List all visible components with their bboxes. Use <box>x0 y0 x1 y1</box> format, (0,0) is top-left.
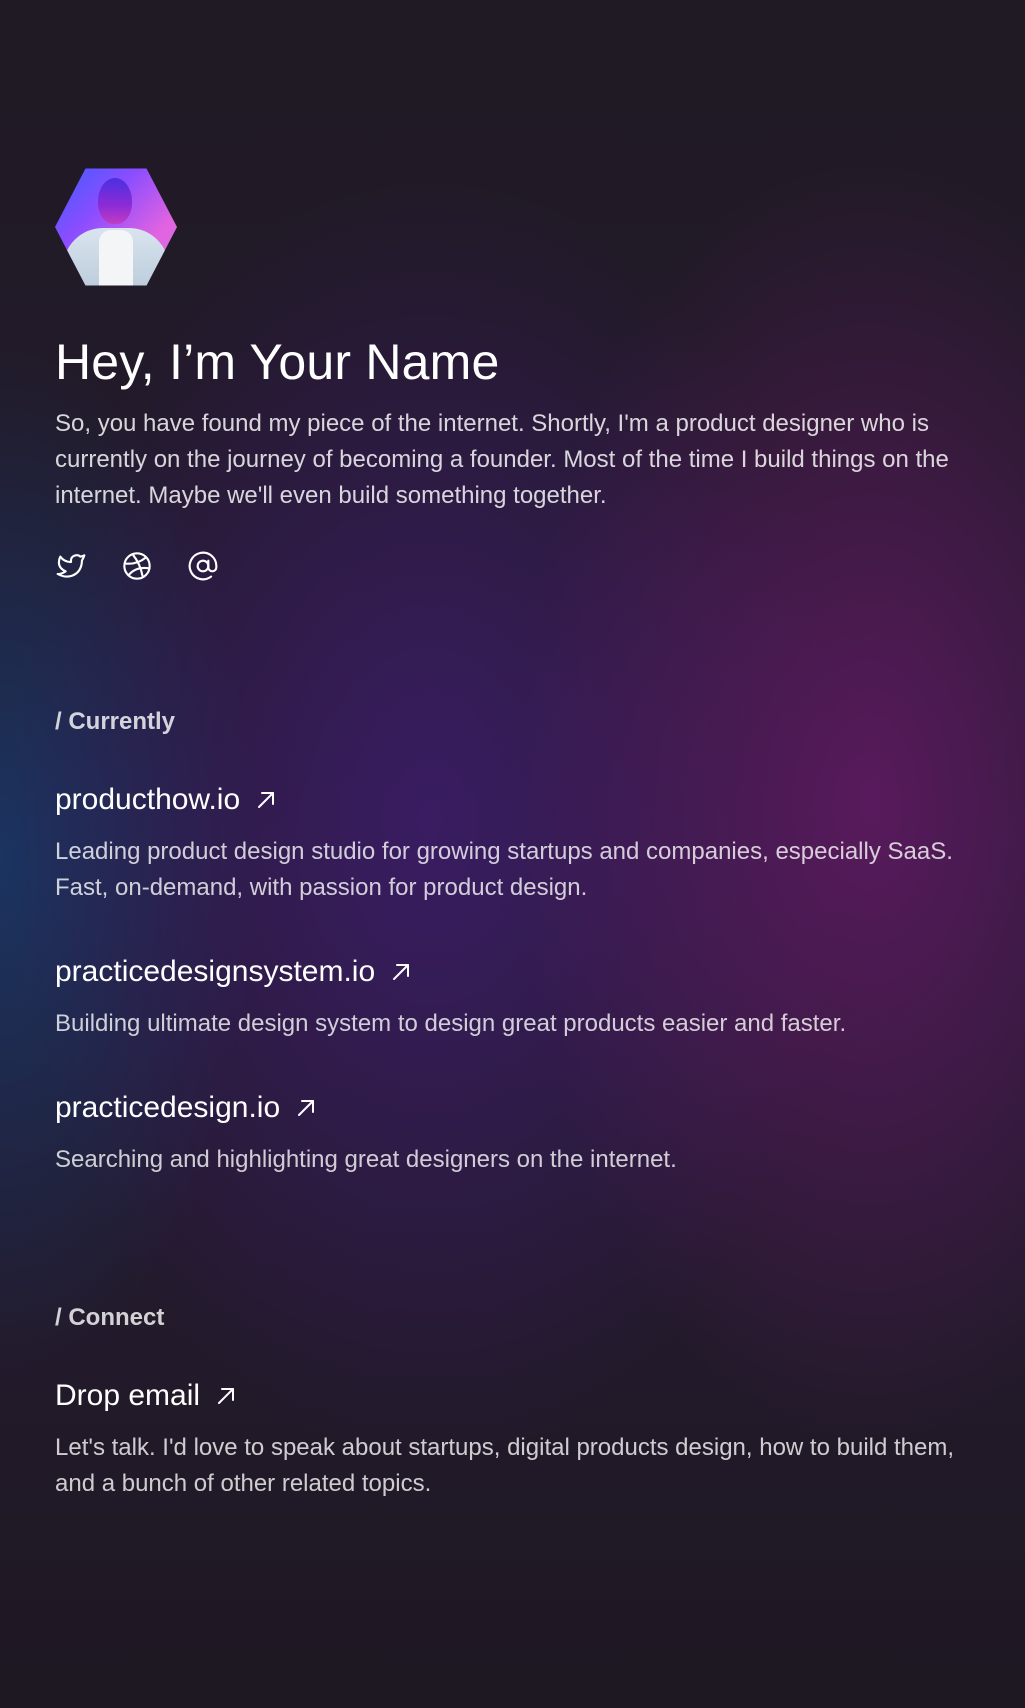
at-sign-icon <box>188 551 218 581</box>
twitter-icon <box>56 554 86 578</box>
connect-title: Drop email <box>55 1379 201 1412</box>
email-link[interactable] <box>187 550 219 582</box>
connect-description: Let's talk. I'd love to speak about star… <box>55 1434 955 1497</box>
project-link-practicedesign[interactable]: practicedesign.io <box>55 1090 318 1126</box>
avatar-head <box>98 178 132 224</box>
currently-section: / Currently producthow.io Leading produc… <box>55 706 975 1178</box>
project-link-practicedesignsystem[interactable]: practicedesignsystem.io <box>55 954 413 990</box>
connect-item: Drop email Let's talk. I'd love to speak… <box>55 1378 975 1502</box>
section-label-currently: / Currently <box>55 708 176 735</box>
project-title: practicedesignsystem.io <box>55 955 376 988</box>
dribbble-link[interactable] <box>121 550 153 582</box>
social-links <box>55 550 975 582</box>
arrow-up-right-icon <box>298 1100 315 1116</box>
drop-email-link[interactable]: Drop email <box>55 1378 238 1414</box>
avatar <box>55 168 177 286</box>
arrow-up-right-icon <box>258 792 275 808</box>
project-description: Building ultimate design system to desig… <box>55 1010 847 1037</box>
project-description: Leading product design studio for growin… <box>55 838 953 901</box>
project-item: producthow.io Leading product design stu… <box>55 782 975 906</box>
page-title: Hey, I’m Your Name <box>55 334 500 390</box>
arrow-up-right-icon <box>393 964 410 980</box>
section-label-connect: / Connect <box>55 1304 165 1331</box>
arrow-up-right-icon <box>218 1388 235 1404</box>
project-item: practicedesignsystem.io Building ultimat… <box>55 954 975 1042</box>
project-description: Searching and highlighting great designe… <box>55 1146 677 1173</box>
connect-section: / Connect Drop email Let's talk. I'd lov… <box>55 1302 975 1502</box>
intro-text: So, you have found my piece of the inter… <box>55 410 949 509</box>
project-title: producthow.io <box>55 783 241 816</box>
avatar-shirt <box>99 230 133 286</box>
project-title: practicedesign.io <box>55 1091 281 1124</box>
main-content: Hey, I’m Your Name So, you have found my… <box>55 166 975 1502</box>
twitter-link[interactable] <box>55 550 87 582</box>
dribbble-icon <box>123 552 151 580</box>
project-item: practicedesign.io Searching and highligh… <box>55 1090 975 1178</box>
project-link-producthow[interactable]: producthow.io <box>55 782 278 818</box>
